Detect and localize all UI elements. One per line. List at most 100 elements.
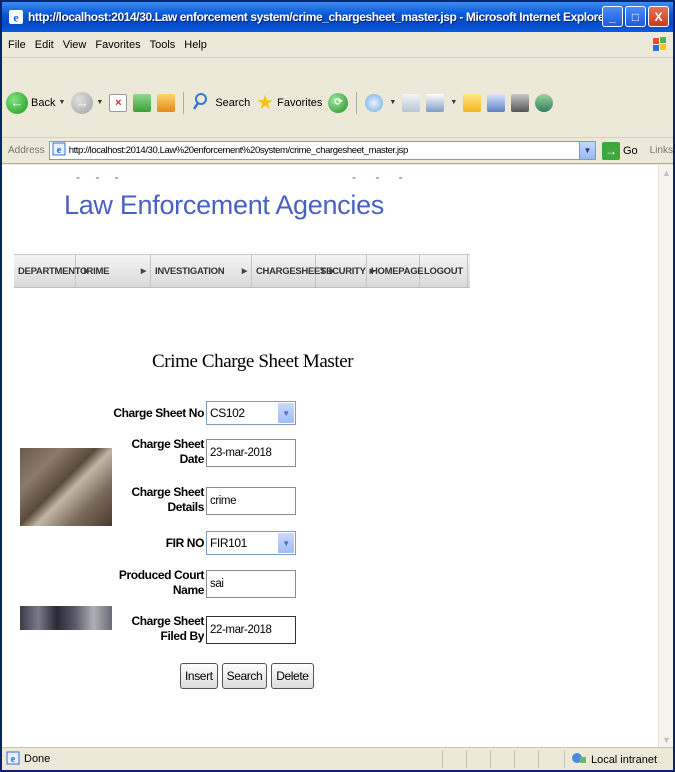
search-label: Search bbox=[215, 96, 251, 109]
search-button[interactable]: Search bbox=[192, 91, 250, 114]
vertical-scrollbar[interactable]: ▲ ▼ bbox=[658, 165, 673, 747]
back-label: Back bbox=[31, 96, 56, 109]
go-label: Go bbox=[622, 144, 638, 157]
back-button[interactable]: ← Back ▼ bbox=[6, 91, 66, 114]
favorites-label: Favorites bbox=[277, 96, 323, 109]
chevron-down-icon: ▼ bbox=[278, 403, 294, 423]
back-arrow-icon: ← bbox=[6, 91, 28, 114]
fir-no-select[interactable]: FIR101 ▼ bbox=[206, 531, 296, 555]
messenger-icon[interactable] bbox=[535, 93, 554, 112]
svg-text:e: e bbox=[56, 145, 61, 156]
site-banner: - - - - - - Law Enforcement Agencies bbox=[14, 170, 526, 252]
scroll-up-icon[interactable]: ▲ bbox=[659, 165, 674, 180]
media-icon[interactable]: ⟳ bbox=[328, 92, 349, 113]
charge-sheet-date-input[interactable]: 23-mar-2018 bbox=[206, 439, 296, 467]
menu-bar: File Edit View Favorites Tools Help bbox=[2, 32, 673, 58]
status-bar: e Done Local intranet bbox=[2, 747, 673, 770]
nav-chargesheet[interactable]: CHARGESHEET ▶ bbox=[252, 255, 335, 287]
produced-court-name-label: Produced Court Name bbox=[118, 568, 204, 597]
research-icon[interactable] bbox=[511, 93, 530, 112]
charge-sheet-date-label: Charge Sheet Date bbox=[131, 437, 204, 466]
submenu-arrow-icon: ▶ bbox=[140, 268, 146, 275]
nav-investigation[interactable]: INVESTIGATION ▶ bbox=[151, 255, 252, 287]
nav-crime[interactable]: CRIME ▶ bbox=[76, 255, 151, 287]
windows-flag-icon bbox=[653, 36, 667, 54]
links-toolbar[interactable]: Links bbox=[650, 145, 673, 156]
menu-file[interactable]: File bbox=[8, 39, 26, 51]
browser-window: e http://localhost:2014/30.Law enforceme… bbox=[0, 0, 675, 772]
close-button[interactable]: X bbox=[648, 6, 669, 27]
minimize-button[interactable]: _ bbox=[602, 6, 623, 27]
chevron-down-icon: ▼ bbox=[278, 533, 294, 553]
row-charge-sheet-date: Charge Sheet Date 23-mar-2018 bbox=[106, 437, 296, 467]
svg-text:e: e bbox=[13, 11, 19, 25]
favorites-button[interactable]: ★ Favorites bbox=[256, 90, 322, 115]
address-url: http://localhost:2014/30.Law%20enforceme… bbox=[68, 145, 409, 156]
row-filed-by: Charge Sheet Filed By 22-mar-2018 bbox=[106, 614, 296, 644]
print-icon[interactable] bbox=[426, 93, 445, 112]
forward-arrow-icon: → bbox=[71, 91, 94, 114]
charge-sheet-no-value: CS102 bbox=[210, 406, 245, 420]
submenu-arrow-icon: ▶ bbox=[241, 268, 247, 275]
history-icon[interactable] bbox=[365, 93, 384, 112]
banner-photo-strip bbox=[20, 606, 112, 630]
edit-icon[interactable] bbox=[463, 93, 482, 112]
menu-tools[interactable]: Tools bbox=[150, 39, 176, 51]
fir-no-label: FIR NO bbox=[165, 535, 205, 550]
menu-help[interactable]: Help bbox=[184, 39, 207, 51]
nav-homepage[interactable]: HOMEPAGE bbox=[367, 255, 424, 287]
search-icon bbox=[192, 91, 212, 114]
delete-button[interactable]: Delete bbox=[271, 663, 314, 689]
address-dropdown-icon[interactable]: ▼ bbox=[578, 142, 595, 159]
go-arrow-icon: → bbox=[601, 141, 620, 160]
charge-sheet-no-label: Charge Sheet No bbox=[113, 405, 204, 420]
status-message: e Done bbox=[6, 751, 50, 768]
filed-by-label: Charge Sheet Filed By bbox=[131, 614, 204, 643]
forward-button[interactable]: → ▼ bbox=[71, 91, 104, 114]
filed-by-input[interactable]: 22-mar-2018 bbox=[206, 616, 296, 644]
site-headline: Law Enforcement Agencies bbox=[64, 190, 384, 220]
scroll-down-icon[interactable]: ▼ bbox=[659, 732, 674, 747]
intranet-icon bbox=[571, 751, 587, 768]
address-bar: Address e http://localhost:2014/30.Law%2… bbox=[2, 138, 673, 164]
menu-edit[interactable]: Edit bbox=[35, 39, 54, 51]
row-charge-sheet-no: Charge Sheet No CS102 ▼ bbox=[106, 401, 296, 425]
insert-button[interactable]: Insert bbox=[180, 663, 218, 689]
main-nav: DEPARTMENT ▶ CRIME ▶ INVESTIGATION ▶ CHARGE… bbox=[14, 254, 470, 288]
discuss-icon[interactable] bbox=[487, 93, 506, 112]
menu-favorites[interactable]: Favorites bbox=[95, 39, 140, 51]
home-icon[interactable] bbox=[157, 93, 176, 112]
produced-court-name-input[interactable]: sai bbox=[206, 570, 296, 598]
banner-decoration: - - - bbox=[352, 170, 411, 184]
nav-logout[interactable]: LOGOUT bbox=[420, 255, 468, 287]
charge-sheet-no-select[interactable]: CS102 ▼ bbox=[206, 401, 296, 425]
search-form-button[interactable]: Search bbox=[221, 663, 268, 689]
row-fir-no: FIR NO FIR101 ▼ bbox=[106, 531, 296, 555]
window-title: http://localhost:2014/30.Law enforcement… bbox=[28, 10, 609, 24]
dropdown-caret-icon: ▼ bbox=[389, 99, 397, 106]
status-panels bbox=[442, 751, 562, 768]
nav-security[interactable]: SECURITY ▶ bbox=[316, 255, 375, 287]
row-charge-sheet-details: Charge Sheet Details crime bbox=[106, 485, 296, 515]
menu-view[interactable]: View bbox=[63, 39, 87, 51]
form-title: Crime Charge Sheet Master bbox=[152, 351, 354, 372]
dropdown-caret-icon: ▼ bbox=[96, 99, 104, 106]
officers-photo bbox=[20, 448, 112, 526]
mail-icon[interactable] bbox=[402, 93, 421, 112]
charge-sheet-details-label: Charge Sheet Details bbox=[131, 485, 204, 514]
star-icon: ★ bbox=[256, 92, 275, 114]
maximize-button[interactable]: □ bbox=[625, 6, 646, 27]
address-label: Address bbox=[8, 145, 45, 156]
security-zone: Local intranet bbox=[563, 751, 657, 768]
dropdown-caret-icon: ▼ bbox=[58, 99, 66, 106]
fir-no-value: FIR101 bbox=[210, 536, 247, 550]
nav-department[interactable]: DEPARTMENT ▶ bbox=[14, 255, 90, 287]
toolbar: ← Back ▼ → ▼ × Search ★ Favorites ⟳ ▼ ▼ bbox=[2, 58, 673, 138]
page-content: - - - - - - Law Enforcement Agencies DEP… bbox=[2, 165, 658, 747]
refresh-icon[interactable] bbox=[133, 93, 152, 112]
page-icon: e bbox=[52, 142, 66, 159]
address-input[interactable]: e http://localhost:2014/30.Law%20enforce… bbox=[48, 141, 596, 160]
stop-icon[interactable]: × bbox=[109, 93, 128, 112]
go-button[interactable]: → Go bbox=[601, 141, 638, 160]
charge-sheet-details-input[interactable]: crime bbox=[206, 487, 296, 515]
